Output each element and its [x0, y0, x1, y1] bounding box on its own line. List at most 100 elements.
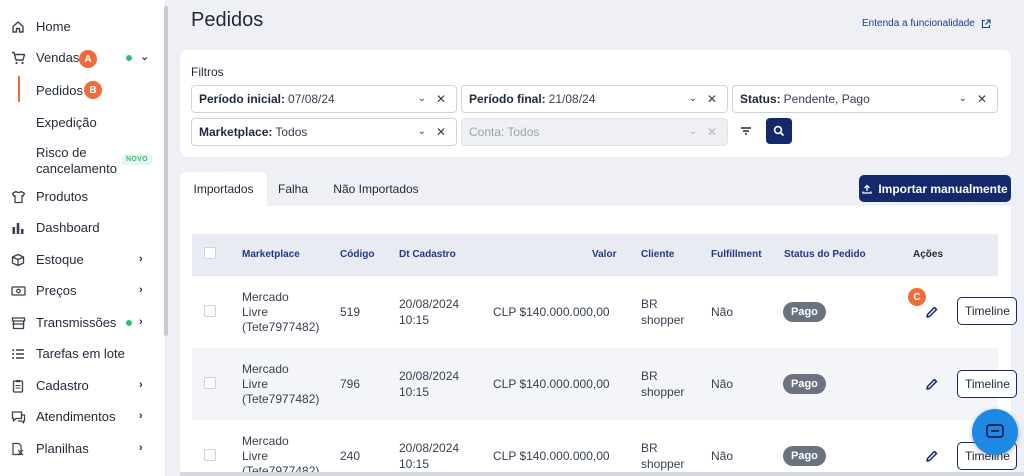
select-all-checkbox[interactable] — [204, 247, 216, 259]
sidebar-item-produtos[interactable]: Produtos — [0, 183, 160, 211]
col-codigo[interactable]: Código — [340, 249, 374, 260]
sidebar-item-dashboard[interactable]: Dashboard — [0, 214, 160, 242]
col-cliente[interactable]: Cliente — [641, 249, 674, 260]
cell-dt: 10:15 — [399, 457, 430, 471]
list-icon — [10, 346, 26, 362]
chevron-down-icon[interactable]: ⌄ — [418, 126, 426, 137]
chevron-right-icon[interactable]: › — [139, 410, 143, 422]
cell-marketplace: Livre — [242, 449, 269, 463]
money-icon — [10, 283, 26, 299]
clear-icon[interactable]: ✕ — [436, 125, 446, 139]
sidebar-item-label: Tarefas em lote — [36, 346, 125, 361]
sidebar-item-label: Planilhas — [36, 441, 89, 456]
cell-cliente: shopper — [641, 313, 685, 327]
status-dot-icon — [126, 55, 132, 61]
tab-nao-importados[interactable]: Não Importados — [322, 172, 430, 206]
chevron-right-icon[interactable]: › — [139, 379, 143, 391]
filter-value: Pendente, Pago — [783, 92, 870, 106]
chevron-right-icon[interactable]: › — [139, 316, 143, 328]
import-manually-button[interactable]: Importar manualmente — [859, 175, 1011, 202]
sidebar-subitem-risco-line1[interactable]: Risco de — [36, 145, 87, 160]
sidebar-item-cadastro[interactable]: Cadastro › — [0, 372, 160, 400]
cell-valor: CLP $140.000.000,00 — [493, 449, 610, 463]
col-valor[interactable]: Valor — [592, 249, 616, 260]
clear-icon[interactable]: ✕ — [977, 92, 987, 106]
pencil-icon[interactable] — [925, 377, 939, 391]
cell-cliente: shopper — [641, 457, 685, 471]
row-checkbox[interactable] — [204, 449, 216, 461]
tutorial-badge-a: A — [79, 50, 97, 68]
chat-support-button[interactable] — [972, 409, 1018, 455]
row-checkbox[interactable] — [204, 377, 216, 389]
periodo-final-select[interactable]: Período final: 21/08/24 ⌄ ✕ — [461, 85, 728, 113]
filter-value: Todos — [507, 125, 540, 139]
cell-fulfillment: Não — [711, 449, 734, 463]
col-marketplace[interactable]: Marketplace — [242, 249, 300, 260]
external-link-icon — [981, 18, 991, 28]
cell-cliente: shopper — [641, 385, 685, 399]
row-checkbox[interactable] — [204, 305, 216, 317]
chevron-right-icon[interactable]: › — [139, 284, 143, 296]
sidebar-item-estoque[interactable]: Estoque › — [0, 246, 160, 274]
chevron-down-icon[interactable]: ⌄ — [689, 93, 697, 104]
filter-label: Período inicial: — [199, 92, 286, 106]
filter-label: Status: — [740, 92, 781, 106]
cell-cliente: BR — [641, 297, 658, 311]
status-dot-icon — [126, 320, 132, 326]
timeline-button[interactable]: Timeline — [957, 370, 1017, 398]
chevron-down-icon[interactable]: ⌄ — [959, 93, 967, 104]
col-dt-cadastro[interactable]: Dt Cadastro — [399, 249, 456, 260]
cell-dt: 20/08/2024 — [399, 369, 460, 383]
chevron-right-icon[interactable]: › — [139, 253, 143, 265]
col-fulfillment[interactable]: Fulfillment — [711, 249, 762, 260]
clipboard-icon — [10, 378, 26, 394]
pencil-icon[interactable] — [925, 449, 939, 463]
help-link[interactable]: Entenda a funcionalidade — [862, 18, 991, 29]
clear-icon[interactable]: ✕ — [436, 92, 446, 106]
periodo-inicial-select[interactable]: Período inicial: 07/08/24 ⌄ ✕ — [191, 85, 457, 113]
sidebar-subitem-risco-line2[interactable]: cancelamento — [36, 161, 117, 176]
chevron-down-icon[interactable]: ⌄ — [140, 50, 149, 63]
filter-value: 07/08/24 — [288, 92, 335, 106]
cell-codigo: 240 — [340, 449, 361, 463]
search-icon — [773, 125, 785, 137]
tab-falha[interactable]: Falha — [270, 172, 316, 206]
cell-marketplace: (Tete7977482) — [242, 392, 320, 406]
tab-importados[interactable]: Importados — [180, 172, 267, 206]
store-icon — [10, 315, 26, 331]
chevron-right-icon[interactable]: › — [139, 442, 143, 454]
bar-chart-icon — [10, 220, 26, 236]
sidebar-item-home[interactable]: Home — [0, 13, 160, 41]
filter-icon[interactable] — [739, 124, 753, 138]
status-select[interactable]: Status: Pendente, Pago ⌄ ✕ — [732, 85, 998, 113]
clear-icon[interactable]: ✕ — [707, 92, 717, 106]
sidebar-subitem-pedidos[interactable]: Pedidos — [36, 83, 83, 98]
chevron-down-icon[interactable]: ⌄ — [418, 93, 426, 104]
cell-marketplace: Livre — [242, 305, 269, 319]
cell-codigo: 796 — [340, 377, 361, 391]
cell-marketplace: Livre — [242, 377, 269, 391]
upload-icon — [862, 184, 872, 194]
sidebar-item-precos[interactable]: Preços › — [0, 277, 160, 305]
sidebar-item-atendimentos[interactable]: Atendimentos › — [0, 403, 160, 431]
sidebar-scrollbar[interactable] — [164, 6, 168, 336]
search-button[interactable] — [766, 118, 792, 144]
sidebar-item-vendas[interactable]: Vendas A ⌄ — [0, 44, 160, 72]
cell-marketplace: (Tete7977482) — [242, 320, 320, 334]
sidebar-item-transmissoes[interactable]: Transmissões › — [0, 309, 160, 337]
sidebar-item-label: Atendimentos — [36, 409, 116, 424]
cell-valor: CLP $140.000.000,00 — [493, 377, 610, 391]
sidebar-item-label: Dashboard — [36, 220, 100, 235]
sidebar-item-label: Home — [36, 19, 71, 34]
pencil-icon[interactable] — [925, 305, 939, 319]
horizontal-scrollbar[interactable] — [180, 472, 1024, 476]
sidebar-subitem-expedicao[interactable]: Expedição — [36, 115, 97, 130]
cell-fulfillment: Não — [711, 377, 734, 391]
col-status[interactable]: Status do Pedido — [784, 249, 866, 260]
sidebar-item-tarefas[interactable]: Tarefas em lote — [0, 340, 160, 368]
marketplace-select[interactable]: Marketplace: Todos ⌄ ✕ — [191, 118, 457, 146]
sidebar-item-planilhas[interactable]: Planilhas › — [0, 435, 160, 463]
timeline-button[interactable]: Timeline — [957, 297, 1017, 325]
status-badge: Pago — [783, 374, 826, 394]
filter-label: Período final: — [469, 92, 546, 106]
